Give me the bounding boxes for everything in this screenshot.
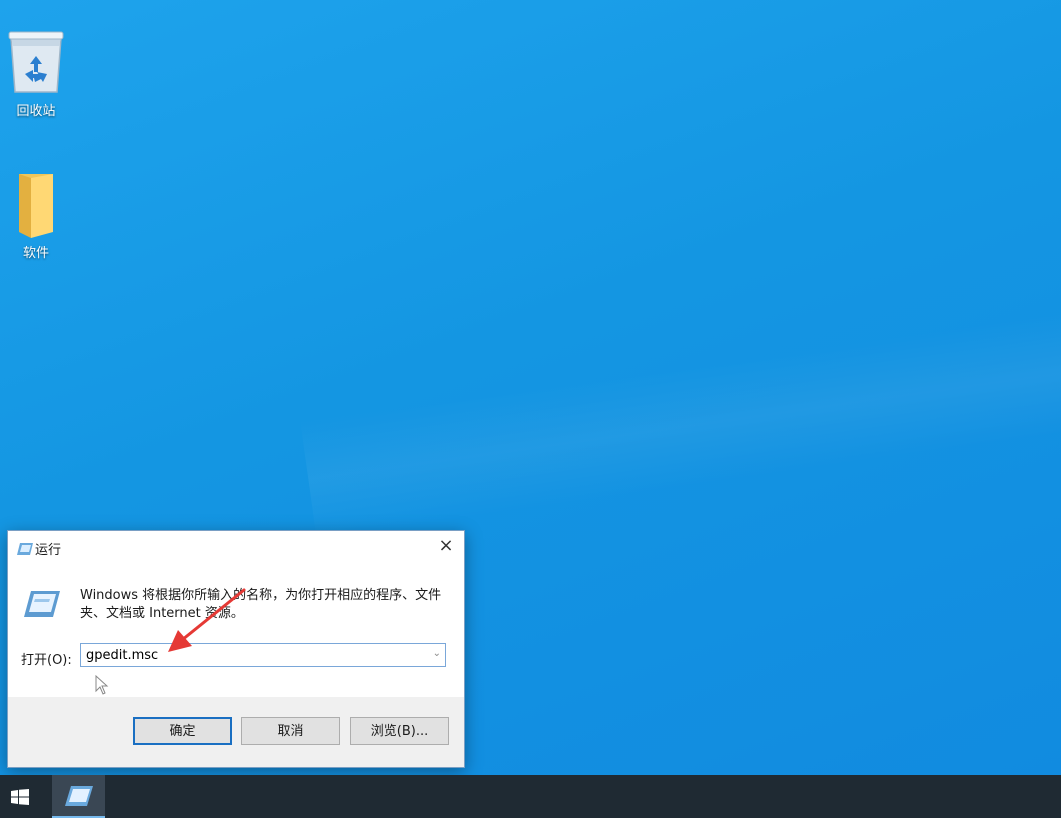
run-app-icon (24, 591, 60, 623)
mouse-cursor-icon (95, 674, 109, 699)
ok-button[interactable]: 确定 (133, 717, 232, 745)
taskbar (0, 775, 1061, 818)
chevron-down-icon[interactable]: ⌄ (433, 648, 441, 659)
browse-button[interactable]: 浏览(B)... (350, 717, 449, 745)
desktop-icon-label: 回收站 (16, 104, 56, 119)
dialog-button-row: 确定 取消 浏览(B)... (8, 697, 464, 767)
open-label: 打开(O): (21, 653, 72, 668)
taskbar-item-run[interactable] (52, 775, 105, 818)
command-input[interactable]: gpedit.msc ⌄ (80, 643, 446, 667)
start-button[interactable] (0, 775, 40, 818)
dialog-titlebar[interactable]: 运行 × (8, 531, 464, 561)
annotation-arrow-icon (160, 586, 250, 662)
desktop-icon-folder[interactable]: 软件 (0, 170, 72, 261)
dialog-description: Windows 将根据你所输入的名称，为你打开相应的程序、文件夹、文档或 Int… (80, 588, 442, 621)
dialog-title: 运行 (35, 543, 62, 558)
close-button[interactable]: × (428, 531, 464, 561)
desktop-icon-recycle-bin[interactable]: 回收站 (0, 26, 72, 119)
cancel-button[interactable]: 取消 (241, 717, 340, 745)
folder-icon (0, 170, 72, 238)
desktop-icon-label: 软件 (22, 246, 49, 261)
wallpaper-light-ray (300, 294, 1061, 539)
recycle-bin-icon (0, 26, 72, 96)
run-app-icon (17, 540, 33, 559)
command-input-value[interactable]: gpedit.msc (86, 648, 158, 663)
